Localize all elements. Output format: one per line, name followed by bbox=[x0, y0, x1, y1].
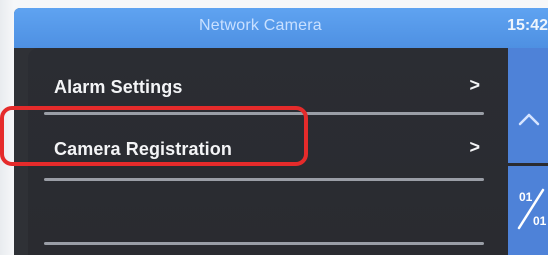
page-indicator: 01 01 bbox=[513, 180, 548, 240]
side-panel: 01 01 bbox=[508, 48, 548, 255]
header-bar: Network Camera 15:42 bbox=[14, 8, 548, 48]
list-item-label: Alarm Settings bbox=[54, 77, 183, 97]
chevron-right-icon: > bbox=[469, 137, 480, 157]
page-title: Network Camera bbox=[199, 17, 322, 34]
divider bbox=[508, 163, 548, 166]
clock: 15:42 bbox=[507, 17, 548, 34]
divider bbox=[44, 242, 484, 245]
chevron-up-icon[interactable] bbox=[518, 108, 540, 130]
divider bbox=[44, 178, 484, 181]
highlight-annotation bbox=[0, 106, 308, 166]
page-current: 01 bbox=[519, 190, 533, 204]
chevron-right-icon: > bbox=[469, 75, 480, 95]
page-total: 01 bbox=[533, 214, 547, 228]
